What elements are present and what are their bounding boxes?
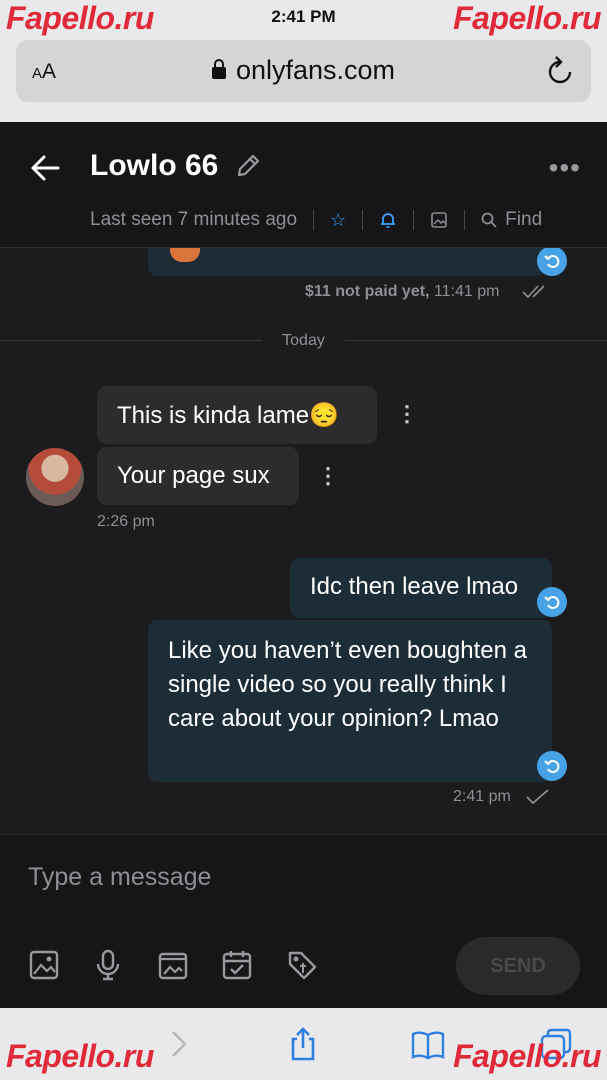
check-icon	[526, 789, 549, 805]
message-options-icon[interactable]: ⋮	[317, 465, 339, 487]
message-input[interactable]	[28, 863, 568, 892]
star-icon[interactable]: ☆	[330, 210, 346, 231]
undo-icon[interactable]	[537, 248, 567, 276]
find-label: Find	[505, 209, 543, 230]
image-icon[interactable]	[28, 949, 60, 981]
day-divider-label: Today	[282, 332, 325, 349]
incoming-message-bubble[interactable]: Your page sux	[97, 447, 299, 505]
emoji-sticker	[170, 248, 200, 262]
message-text: Your page sux	[117, 462, 270, 489]
divider	[313, 210, 315, 230]
bell-icon[interactable]	[379, 211, 397, 229]
divider	[464, 210, 466, 230]
watermark-top-left: Fapello.ru	[6, 0, 154, 36]
incoming-message-bubble[interactable]: This is kinda lame😔	[97, 386, 377, 444]
lock-icon	[211, 59, 226, 79]
watermark-top-right: Fapello.ru	[453, 0, 601, 36]
payment-status: $11 not paid yet,	[305, 283, 430, 300]
divider	[362, 210, 364, 230]
message-time: 2:41 pm	[453, 788, 511, 805]
message-text: This is kinda lame😔	[117, 402, 339, 429]
message-text: Like you haven’t even boughten a single …	[168, 637, 527, 732]
day-divider: Today	[0, 330, 607, 350]
url-display[interactable]: onlyfans.com	[16, 55, 591, 86]
forward-chevron-icon[interactable]	[160, 1026, 196, 1062]
previous-message-meta: $11 not paid yet, 11:41 pm	[305, 283, 499, 301]
media-gallery-icon[interactable]	[430, 211, 448, 229]
vault-icon[interactable]	[157, 949, 189, 981]
message-options-icon[interactable]: ⋮	[396, 403, 418, 425]
message-time: 2:26 pm	[97, 513, 155, 530]
outgoing-message-bubble[interactable]: Like you haven’t even boughten a single …	[148, 620, 552, 782]
watermark-bottom-left: Fapello.ru	[6, 1038, 154, 1074]
price-tag-icon[interactable]	[286, 949, 318, 981]
url-text: onlyfans.com	[235, 55, 396, 85]
undo-icon[interactable]	[537, 751, 567, 781]
double-check-icon	[522, 285, 545, 299]
find-button[interactable]: Find	[481, 209, 542, 231]
bookmarks-icon[interactable]	[410, 1026, 446, 1062]
avatar[interactable]	[26, 448, 84, 506]
search-icon	[481, 212, 497, 228]
share-icon[interactable]	[285, 1026, 321, 1062]
microphone-icon[interactable]	[92, 949, 124, 981]
send-button[interactable]: SEND	[456, 937, 580, 995]
edit-pencil-icon[interactable]	[234, 152, 262, 180]
message-time: 11:41 pm	[433, 283, 500, 300]
contact-name[interactable]: Lowlo 66	[90, 149, 218, 183]
address-bar[interactable]: AA onlyfans.com	[16, 40, 591, 102]
message-text: Idc then leave lmao	[310, 573, 519, 600]
divider	[413, 210, 415, 230]
chat-header: Lowlo 66 ••• Last seen 7 minutes ago ☆ F…	[0, 122, 607, 248]
watermark-bottom-right: Fapello.ru	[453, 1038, 601, 1074]
undo-icon[interactable]	[537, 587, 567, 617]
back-arrow-icon[interactable]	[28, 150, 64, 186]
reload-icon[interactable]	[547, 56, 573, 86]
schedule-calendar-icon[interactable]	[221, 949, 253, 981]
last-seen-text: Last seen 7 minutes ago	[90, 209, 298, 230]
previous-message-bubble[interactable]	[148, 248, 548, 276]
outgoing-message-bubble[interactable]: Idc then leave lmao	[290, 558, 552, 618]
more-options-icon[interactable]: •••	[549, 152, 581, 184]
message-list[interactable]: $11 not paid yet, 11:41 pm Today This is…	[0, 248, 607, 834]
message-composer: SEND	[0, 834, 607, 1008]
chat-subbar: Last seen 7 minutes ago ☆ Find	[90, 206, 581, 234]
